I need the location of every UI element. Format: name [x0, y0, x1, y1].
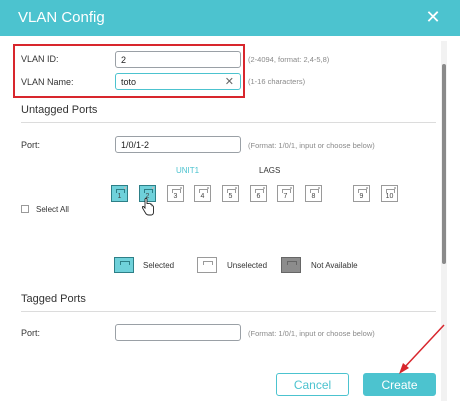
vlan-id-input[interactable]: 2: [115, 51, 241, 68]
port-number: 8: [311, 193, 316, 200]
untagged-port-hint: (Format: 1/0/1, input or choose below): [248, 141, 375, 150]
port-number: 10: [385, 193, 394, 200]
annotation-arrow-icon: [399, 324, 445, 374]
port-7[interactable]: 7: [277, 185, 294, 202]
port-number: 1: [117, 193, 122, 200]
close-icon[interactable]: ✕: [423, 7, 443, 27]
untagged-port-input[interactable]: 1/0/1-2: [115, 136, 241, 153]
legend-selected-icon: [114, 257, 134, 273]
tagged-divider: [21, 311, 436, 312]
port-number: 9: [359, 193, 364, 200]
port-6[interactable]: 6: [250, 185, 267, 202]
legend-not-available-label: Not Available: [311, 261, 358, 270]
port-number: 7: [283, 193, 288, 200]
legend-unselected-label: Unselected: [227, 261, 268, 270]
legend-selected-label: Selected: [143, 261, 175, 270]
vlan-config-dialog: VLAN Config ✕ VLAN ID: 2 (2-4094, format…: [0, 0, 460, 415]
cancel-button[interactable]: Cancel: [276, 373, 349, 396]
port-10[interactable]: 10: [381, 185, 398, 202]
dialog-title: VLAN Config: [18, 9, 105, 26]
lags-label: LAGS: [259, 166, 281, 175]
untagged-divider: [21, 122, 436, 123]
vlan-id-label: VLAN ID:: [21, 54, 59, 64]
port-number: 4: [200, 193, 205, 200]
port-number: 5: [228, 193, 233, 200]
port-8[interactable]: 8: [305, 185, 322, 202]
unit1-label: UNIT1: [176, 166, 200, 175]
dialog-titlebar: VLAN Config ✕: [0, 0, 460, 36]
clear-icon[interactable]: ✕: [225, 74, 234, 90]
port-9[interactable]: 9: [353, 185, 370, 202]
vlan-name-hint: (1-16 characters): [248, 77, 306, 86]
untagged-ports-title: Untagged Ports: [21, 104, 98, 116]
vlan-id-hint: (2-4094, format: 2,4-5,8): [248, 55, 330, 64]
tagged-ports-title: Tagged Ports: [21, 293, 86, 305]
vlan-name-value: toto: [121, 77, 137, 87]
tagged-port-hint: (Format: 1/0/1, input or choose below): [248, 329, 375, 338]
port-1[interactable]: 1: [111, 185, 128, 202]
select-all-checkbox[interactable]: [21, 205, 29, 213]
port-number: 3: [173, 193, 178, 200]
tagged-port-label: Port:: [21, 328, 41, 338]
select-all-label: Select All: [36, 205, 69, 214]
port-4[interactable]: 4: [194, 185, 211, 202]
hand-cursor-icon: [141, 197, 154, 216]
legend-unselected-icon: [197, 257, 217, 273]
untagged-port-label: Port:: [21, 140, 41, 150]
port-number: 6: [256, 193, 261, 200]
port-3[interactable]: 3: [167, 185, 184, 202]
tagged-port-input[interactable]: [115, 324, 241, 341]
vlan-name-input[interactable]: toto ✕: [115, 73, 241, 90]
vlan-name-label: VLAN Name:: [21, 77, 74, 87]
legend-not-available-icon: [281, 257, 301, 273]
port-5[interactable]: 5: [222, 185, 239, 202]
scrollbar-thumb[interactable]: [442, 64, 446, 264]
